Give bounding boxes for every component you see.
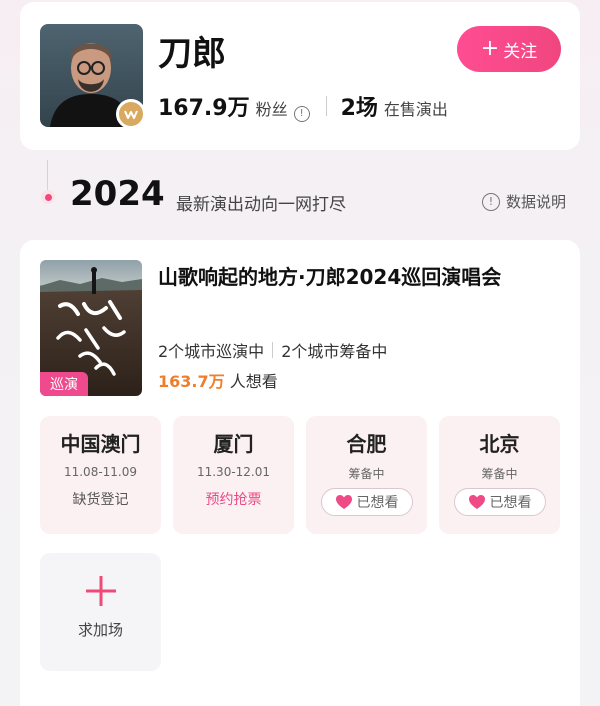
city-name: 中国澳门 bbox=[60, 432, 141, 456]
info-icon: ! bbox=[482, 192, 500, 211]
stats-divider bbox=[325, 96, 327, 116]
want-count: 163.7万 bbox=[158, 372, 225, 391]
wanted-button[interactable]: 已想看 bbox=[453, 488, 546, 516]
tour-poster[interactable]: 巡演 bbox=[40, 260, 142, 396]
city-card-xiamen[interactable]: 厦门 11.30-12.01 预约抢票 bbox=[173, 416, 294, 534]
city-date: 11.08-11.09 bbox=[63, 465, 138, 479]
tour-cities-summary: 2个城市巡演中 2个城市筹备中 bbox=[158, 338, 387, 362]
plus-icon: + bbox=[480, 36, 500, 61]
wanted-button[interactable]: 已想看 bbox=[320, 488, 413, 516]
city-card-macau[interactable]: 中国澳门 11.08-11.09 缺货登记 bbox=[40, 416, 161, 534]
artist-stats: 167.9万 粉丝 ! 2场 在售演出 bbox=[158, 90, 448, 122]
add-show-label: 求加场 bbox=[77, 621, 123, 639]
heart-icon bbox=[468, 495, 485, 509]
city-name: 厦门 bbox=[213, 432, 254, 456]
wanted-label: 已想看 bbox=[356, 495, 399, 511]
fans-count: 167.9万 bbox=[158, 96, 250, 121]
city-action[interactable]: 缺货登记 bbox=[40, 489, 161, 509]
plus-icon bbox=[85, 576, 116, 606]
city-card-hefei[interactable]: 合肥 筹备中 已想看 bbox=[306, 416, 427, 534]
shows-count: 2场 bbox=[340, 96, 378, 121]
info-icon[interactable]: ! bbox=[293, 105, 310, 122]
poster-tag: 巡演 bbox=[40, 372, 88, 396]
heart-icon bbox=[335, 495, 352, 509]
city-name: 合肥 bbox=[346, 432, 387, 456]
city-card-beijing[interactable]: 北京 筹备中 已想看 bbox=[439, 416, 560, 534]
shows-label: 在售演出 bbox=[383, 100, 448, 119]
touring-cities: 2个城市巡演中 bbox=[158, 342, 265, 361]
follow-label: 关注 bbox=[503, 41, 538, 62]
city-action[interactable]: 预约抢票 bbox=[173, 489, 294, 509]
timeline-dot bbox=[41, 190, 55, 204]
tour-title[interactable]: 山歌响起的地方·刀郎2024巡回演唱会 bbox=[158, 262, 568, 293]
data-note-link[interactable]: ! 数据说明 bbox=[482, 191, 566, 212]
cities-divider bbox=[272, 342, 274, 358]
city-date: 11.30-12.01 bbox=[196, 465, 271, 479]
want-label: 人想看 bbox=[229, 372, 278, 391]
follow-button[interactable]: + 关注 bbox=[457, 26, 561, 72]
artist-card: 刀郎 + 关注 167.9万 粉丝 ! 2场 在售演出 bbox=[20, 2, 580, 150]
year-heading: 2024 bbox=[70, 174, 165, 214]
preparing-cities: 2个城市筹备中 bbox=[281, 342, 388, 361]
artist-name: 刀郎 bbox=[158, 34, 226, 74]
fans-label: 粉丝 bbox=[255, 100, 288, 119]
city-status: 筹备中 bbox=[481, 467, 518, 481]
add-show-button[interactable]: 求加场 bbox=[40, 553, 161, 671]
year-subtitle: 最新演出动向一网打尽 bbox=[176, 195, 346, 215]
timeline-line bbox=[47, 160, 48, 190]
city-status: 筹备中 bbox=[348, 467, 385, 481]
verified-badge-icon bbox=[116, 99, 146, 129]
want-to-see: 163.7万 人想看 bbox=[158, 368, 278, 392]
tour-card: 巡演 山歌响起的地方·刀郎2024巡回演唱会 2个城市巡演中 2个城市筹备中 1… bbox=[20, 240, 580, 706]
city-name: 北京 bbox=[479, 432, 520, 456]
data-note-label: 数据说明 bbox=[506, 193, 567, 211]
wanted-label: 已想看 bbox=[489, 495, 532, 511]
